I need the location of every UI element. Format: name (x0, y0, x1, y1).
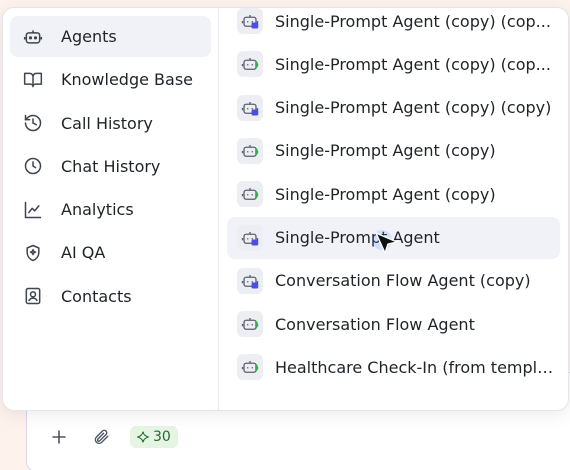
contact-card-icon (22, 285, 44, 307)
sidebar-item-contacts[interactable]: Contacts (10, 276, 211, 317)
add-button[interactable] (46, 424, 72, 450)
agent-name: Single-Prompt Agent (copy) (275, 184, 496, 204)
agent-name: Single-Prompt Agent (275, 228, 440, 247)
credit-badge[interactable]: 30 (130, 426, 178, 448)
single-prompt-agent-icon (237, 267, 263, 294)
agent-list-item[interactable]: Single-Prompt Agent (copy) (227, 130, 560, 172)
agent-name: Single-Prompt Agent (copy) (cop... (275, 11, 551, 31)
agent-name: Single-Prompt Agent (copy) (275, 141, 496, 161)
sparkle-icon (137, 431, 149, 443)
conversation-flow-agent-icon (237, 137, 263, 164)
navigation-popup: Agents Knowledge Base Call History Chat … (2, 7, 569, 411)
agent-list-item[interactable]: Conversation Flow Agent (227, 303, 560, 345)
agent-list-item[interactable]: Single-Prompt Agent (copy) (227, 173, 560, 215)
sidebar-item-ai-qa[interactable]: AI QA (10, 232, 211, 273)
sidebar-item-label: Call History (61, 113, 153, 133)
sidebar-item-chat-history[interactable]: Chat History (10, 146, 211, 187)
agent-list-item[interactable]: Single-Prompt Agent (copy) (copy) (227, 87, 560, 129)
attach-button[interactable] (88, 424, 114, 450)
agent-name: Healthcare Check-In (from templa... (275, 357, 560, 377)
book-open-icon (22, 69, 44, 91)
agent-name: Single-Prompt Agent (copy) (cop... (275, 54, 551, 74)
history-icon (22, 112, 44, 134)
sidebar-item-call-history[interactable]: Call History (10, 103, 211, 144)
sidebar-item-agents[interactable]: Agents (10, 16, 211, 57)
sidebar-item-label: Agents (61, 27, 117, 46)
paperclip-icon (94, 429, 109, 444)
sidebar-item-label: AI QA (61, 243, 106, 263)
agent-list-item[interactable]: Single-Prompt Agent (copy) (cop... (227, 43, 560, 85)
agent-bot-icon (22, 26, 44, 48)
single-prompt-agent-icon (237, 224, 263, 251)
sidebar-item-label: Analytics (61, 200, 134, 220)
composer-toolbar: 30 (46, 424, 178, 450)
sidebar-item-knowledge-base[interactable]: Knowledge Base (10, 59, 211, 100)
sidebar-item-label: Chat History (61, 156, 161, 176)
sidebar-item-analytics[interactable]: Analytics (10, 189, 211, 230)
agent-list: Single-Prompt Agent (copy) (cop... Single… (219, 8, 568, 410)
sidebar-item-label: Contacts (61, 286, 132, 306)
agent-name: Conversation Flow Agent (copy) (275, 271, 531, 291)
plus-icon (52, 430, 66, 444)
agent-name: Single-Prompt Agent (copy) (copy) (275, 98, 552, 118)
agent-list-item[interactable]: Conversation Flow Agent (copy) (227, 260, 560, 302)
sidebar: Agents Knowledge Base Call History Chat … (3, 8, 219, 410)
single-prompt-agent-icon (237, 8, 263, 34)
conversation-flow-agent-icon (237, 51, 263, 78)
clock-icon (22, 155, 44, 177)
ai-shield-icon (22, 242, 44, 264)
agent-list-item[interactable]: Single-Prompt Agent (copy) (cop... (227, 8, 560, 42)
conversation-flow-agent-icon (237, 181, 263, 208)
conversation-flow-agent-icon (237, 311, 263, 338)
credit-count: 30 (153, 429, 171, 445)
line-chart-icon (22, 199, 44, 221)
agent-name: Conversation Flow Agent (275, 314, 475, 334)
single-prompt-agent-icon (237, 94, 263, 121)
conversation-flow-agent-icon (237, 354, 263, 381)
sidebar-item-label: Knowledge Base (61, 70, 193, 90)
agent-list-item[interactable]: Healthcare Check-In (from templa... (227, 346, 560, 388)
mouse-cursor-icon (372, 230, 402, 264)
